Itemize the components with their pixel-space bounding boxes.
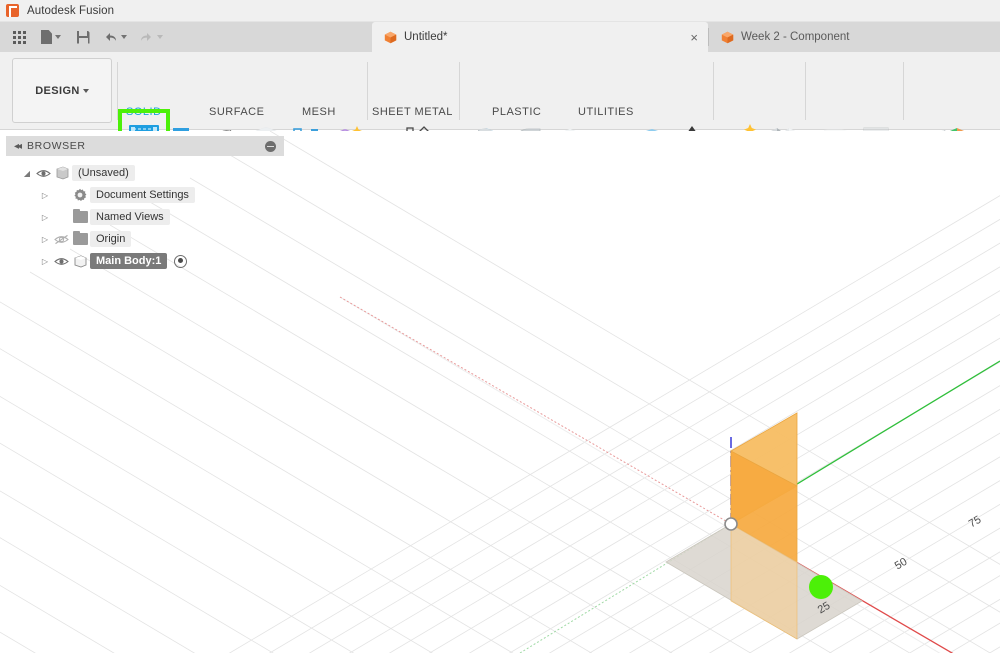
undo-button[interactable]: [98, 25, 132, 49]
tree-node-unsaved[interactable]: ◢ (Unsaved): [6, 162, 284, 184]
tree-node-label: Named Views: [90, 209, 170, 225]
browser-header[interactable]: ◂◂ BROWSER: [6, 136, 284, 156]
browser-options-icon[interactable]: [265, 140, 276, 152]
visibility-eye-icon[interactable]: [52, 256, 70, 267]
ribbon-tab-sheet-metal[interactable]: SHEET METAL: [372, 106, 453, 118]
browser-tree: ◢ (Unsaved) ▷ Document Settings ▷ Named …: [6, 156, 284, 272]
design-cube-icon: [721, 31, 734, 44]
design-cube-icon: [384, 31, 397, 44]
chevron-down-icon: [55, 35, 61, 39]
new-document-button[interactable]: [34, 25, 68, 49]
chevron-down-icon: [121, 35, 127, 39]
visibility-eye-icon[interactable]: [34, 168, 52, 179]
ribbon-toolbar: DESIGN SOLID SURFACE MESH SHEET METAL PL…: [0, 52, 1000, 176]
tree-node-label: Document Settings: [90, 187, 195, 203]
gear-icon: [70, 188, 90, 202]
document-tab-label: Untitled*: [404, 31, 448, 43]
quick-access-toolbar: [0, 22, 174, 52]
tree-node-origin[interactable]: ▷ Origin: [6, 228, 284, 250]
tree-node-main-body[interactable]: ▷ Main Body:1: [6, 250, 284, 272]
document-tab-strip: Untitled* × Week 2 - Component: [372, 22, 879, 52]
title-bar: Autodesk Fusion: [0, 0, 1000, 22]
chevron-down-icon: [157, 35, 163, 39]
expand-twisty-icon[interactable]: ◢: [20, 169, 34, 178]
document-tab-label: Week 2 - Component: [741, 31, 850, 43]
document-tab-week2-component[interactable]: Week 2 - Component: [709, 22, 879, 52]
browser-panel: ◂◂ BROWSER ◢ (Unsaved) ▷ Document Settin…: [6, 136, 284, 272]
close-icon[interactable]: ×: [664, 31, 698, 44]
ribbon-tab-utilities[interactable]: UTILITIES: [578, 106, 634, 118]
ribbon-tab-plastic[interactable]: PLASTIC: [492, 106, 541, 118]
ribbon-separator: [805, 62, 806, 120]
save-icon: [76, 30, 90, 44]
tree-node-label: Origin: [90, 231, 132, 247]
tree-node-named-views[interactable]: ▷ Named Views: [6, 206, 284, 228]
ribbon-separator: [367, 62, 368, 120]
visibility-hidden-eye-icon[interactable]: [52, 234, 70, 245]
folder-icon: [70, 208, 90, 223]
redo-button[interactable]: [134, 25, 168, 49]
collapse-panel-icon[interactable]: ◂◂: [14, 141, 22, 152]
body-icon: [70, 254, 90, 268]
tree-node-label: (Unsaved): [72, 165, 135, 181]
document-tab-untitled[interactable]: Untitled* ×: [372, 22, 708, 52]
ribbon-tab-mesh[interactable]: MESH: [302, 106, 336, 118]
xz-origin-plane-highlighted: [730, 412, 798, 640]
autodesk-fusion-logo-icon: [6, 4, 19, 17]
app-grid-button[interactable]: [6, 25, 32, 49]
fusion-app-window: Autodesk Fusion Untitled* × Week 2 - Com…: [0, 0, 1000, 653]
new-document-icon: [41, 30, 52, 44]
document-icon: [52, 166, 72, 180]
undo-icon: [103, 30, 118, 44]
browser-title: BROWSER: [27, 140, 86, 152]
expand-twisty-icon[interactable]: ▷: [38, 213, 52, 222]
tree-node-document-settings[interactable]: ▷ Document Settings: [6, 184, 284, 206]
ribbon-separator: [713, 62, 714, 120]
chevron-down-icon: [82, 88, 89, 93]
workspace-label: DESIGN: [35, 84, 80, 97]
cursor-selection-dot: [809, 575, 833, 599]
ribbon-tab-surface[interactable]: SURFACE: [209, 106, 264, 118]
app-title: Autodesk Fusion: [27, 4, 115, 17]
tree-node-label: Main Body:1: [90, 253, 168, 269]
origin-point-marker: [724, 517, 738, 531]
ribbon-separator: [459, 62, 460, 120]
expand-twisty-icon[interactable]: ▷: [38, 257, 52, 266]
save-button[interactable]: [70, 25, 96, 49]
ribbon-separator: [903, 62, 904, 120]
expand-twisty-icon[interactable]: ▷: [38, 235, 52, 244]
body-appearance-radio[interactable]: [174, 254, 188, 268]
folder-icon: [70, 230, 90, 245]
workspace-switcher-button[interactable]: DESIGN: [12, 58, 112, 123]
app-grid-icon: [12, 30, 26, 44]
redo-icon: [139, 30, 154, 44]
quick-access-tab-row: Untitled* × Week 2 - Component: [0, 22, 1000, 52]
expand-twisty-icon[interactable]: ▷: [38, 191, 52, 200]
